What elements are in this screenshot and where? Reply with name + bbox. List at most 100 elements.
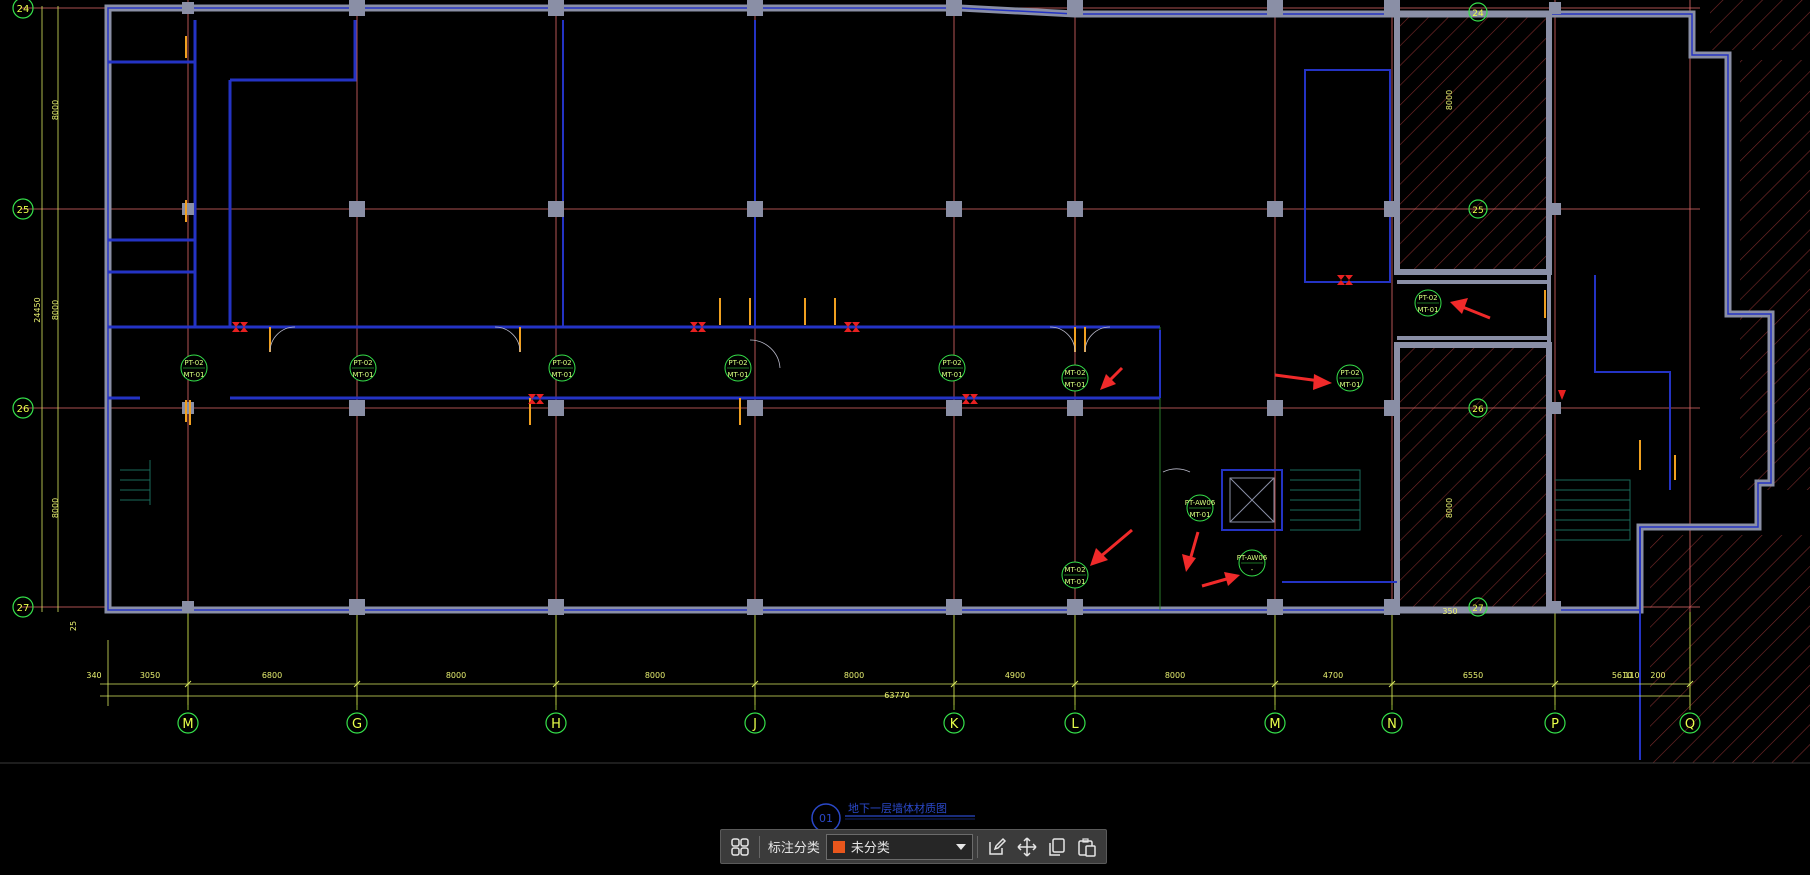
- column: [182, 2, 194, 14]
- svg-text:350: 350: [1442, 607, 1457, 616]
- material-tag: PT-02 MT-01: [938, 354, 966, 382]
- tag-line2: MT-01: [551, 371, 572, 379]
- grid-bubble-column: J: [744, 712, 766, 734]
- grid-icon[interactable]: [725, 832, 755, 862]
- column: [747, 0, 763, 16]
- grid-bubble-label: M: [182, 717, 193, 732]
- tag-line2: MT-01: [1339, 381, 1360, 389]
- move-icon[interactable]: [1012, 832, 1042, 862]
- column: [747, 400, 763, 416]
- column: [349, 400, 365, 416]
- tag-line1: PT-02: [184, 359, 203, 367]
- tag-line2: MT-01: [941, 371, 962, 379]
- dimension-text: 3050: [140, 671, 160, 680]
- grid-bubble-label: L: [1071, 717, 1079, 732]
- material-tag: PT-02 MT-01: [1414, 289, 1442, 317]
- tag-line1: MT-02: [1064, 566, 1085, 574]
- material-tag: MT-02 MT-01: [1061, 561, 1089, 589]
- material-tag: PT-02 MT-01: [1336, 364, 1364, 392]
- tag-line2: MT-01: [1189, 511, 1210, 519]
- hatch-areas: [1397, 0, 1810, 763]
- column: [1384, 0, 1400, 16]
- column: [1549, 402, 1561, 414]
- fire-damper-symbols: [232, 275, 1566, 404]
- annotation-toolbar: 标注分类 未分类: [720, 829, 1107, 864]
- material-tag: MT-02 MT-01: [1061, 364, 1089, 392]
- svg-text:24450: 24450: [33, 297, 42, 322]
- column: [548, 400, 564, 416]
- column: [548, 201, 564, 217]
- material-tag: PT-02 MT-01: [548, 354, 576, 382]
- grid-bubble-label: H: [551, 717, 561, 732]
- grid-bubble-label: 26: [17, 404, 30, 415]
- column: [1549, 2, 1561, 14]
- column: [1267, 400, 1283, 416]
- category-select[interactable]: 未分类: [825, 833, 974, 860]
- grid-bubble-column: L: [1064, 712, 1086, 734]
- tag-line2: MT-01: [727, 371, 748, 379]
- edit-icon[interactable]: [982, 832, 1012, 862]
- grid-bubble-label: G: [352, 717, 362, 732]
- svg-text:8000: 8000: [1445, 90, 1454, 110]
- toolbar-separator: [758, 835, 760, 858]
- svg-text:8000: 8000: [51, 100, 60, 120]
- column: [1067, 201, 1083, 217]
- tag-line1: PT-02: [552, 359, 571, 367]
- material-tag: PT-02 MT-01: [180, 354, 208, 382]
- grid-bubble-label: 25: [1472, 206, 1483, 216]
- material-tag: PT-02 MT-01: [349, 354, 377, 382]
- tag-line2: MT-01: [1064, 381, 1085, 389]
- overall-dimension: 63770: [884, 691, 909, 700]
- material-tag: PT-AW06-: [1237, 549, 1268, 577]
- grid-bubble-column: K: [943, 712, 965, 734]
- column: [1549, 601, 1561, 613]
- dimension-text: 8000: [446, 671, 466, 680]
- category-color-swatch: [832, 840, 845, 853]
- column: [1267, 201, 1283, 217]
- svg-text:25: 25: [69, 621, 78, 631]
- column: [182, 601, 194, 613]
- tag-line2: MT-01: [183, 371, 204, 379]
- toolbar-separator: [977, 835, 979, 858]
- column: [747, 201, 763, 217]
- grid-bubble-label: P: [1551, 717, 1559, 732]
- cad-drawing-canvas[interactable]: 340 3050 6800 8000 8000 8000 4900 8000 4700 6550 5…: [0, 0, 1810, 875]
- tag-line2: MT-01: [1064, 578, 1085, 586]
- tag-line1: PT-AW06: [1185, 499, 1216, 507]
- column: [1384, 400, 1400, 416]
- svg-text:01: 01: [819, 812, 833, 825]
- column: [946, 400, 962, 416]
- dimension-text: 6800: [262, 671, 282, 680]
- grid-bubble-column: N: [1381, 712, 1403, 734]
- grid-bubble-label: K: [950, 717, 959, 732]
- column: [946, 0, 962, 16]
- tag-line1: PT-02: [1340, 369, 1359, 377]
- column: [349, 599, 365, 615]
- grid-bubble-label: M: [1269, 717, 1280, 732]
- paste-icon[interactable]: [1072, 832, 1102, 862]
- svg-text:8000: 8000: [1445, 498, 1454, 518]
- tag-line2: MT-01: [1417, 306, 1438, 314]
- column: [1384, 599, 1400, 615]
- grid-bubble-label: 27: [17, 603, 30, 614]
- dimension-text: 8000: [645, 671, 665, 680]
- tag-line2: MT-01: [352, 371, 373, 379]
- grid-bubble-label: 26: [1472, 405, 1484, 415]
- grid-bubble-label: 24: [1472, 9, 1484, 19]
- category-select-value: 未分类: [850, 841, 890, 856]
- column: [349, 0, 365, 16]
- column: [182, 402, 194, 414]
- grid-bubble-label: 27: [1472, 604, 1483, 614]
- column: [1267, 599, 1283, 615]
- copy-icon[interactable]: [1042, 832, 1072, 862]
- column: [349, 201, 365, 217]
- tag-line1: PT-02: [942, 359, 961, 367]
- column: [1067, 599, 1083, 615]
- grid-bubble-column: M: [1264, 712, 1286, 734]
- grid-bubble-column: G: [346, 712, 368, 734]
- svg-text:8000: 8000: [51, 498, 60, 518]
- dimension-text: 340: [86, 671, 101, 680]
- column: [946, 599, 962, 615]
- column: [1549, 203, 1561, 215]
- dimension-text: 8000: [1165, 671, 1185, 680]
